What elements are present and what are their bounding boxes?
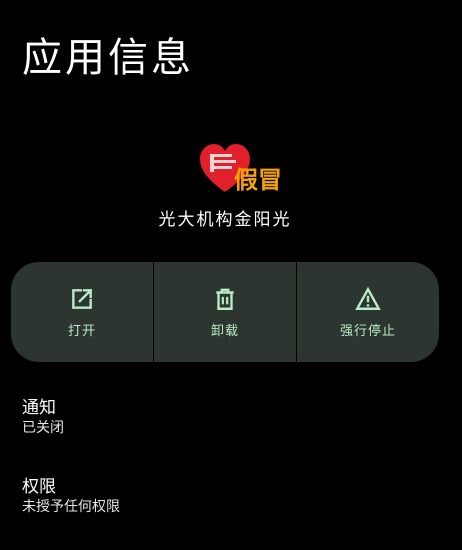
page-title: 应用信息 (22, 35, 194, 81)
app-name: 光大机构金阳光 (158, 210, 292, 230)
open-button-label: 打开 (67, 323, 96, 339)
permissions-status: 未授予任何权限 (22, 499, 120, 515)
force-stop-button[interactable]: 强行停止 (296, 262, 439, 362)
open-button[interactable]: 打开 (11, 262, 153, 362)
uninstall-button-label: 卸载 (210, 323, 239, 339)
notifications-section[interactable]: 通知 已关闭 (22, 397, 64, 437)
trash-icon (216, 288, 234, 310)
permissions-title: 权限 (22, 477, 56, 497)
app-icon-overlay-text: 假冒 (234, 166, 282, 194)
app-icon: 假冒 (198, 142, 286, 198)
notifications-status: 已关闭 (22, 420, 64, 436)
warning-icon (355, 286, 381, 310)
force-stop-button-label: 强行停止 (339, 323, 396, 339)
notifications-title: 通知 (22, 398, 56, 418)
app-action-bar: 打开 卸载 强行停止 (11, 262, 439, 362)
open-external-icon (72, 288, 93, 309)
uninstall-button[interactable]: 卸载 (153, 262, 296, 362)
permissions-section[interactable]: 权限 未授予任何权限 (22, 476, 120, 516)
